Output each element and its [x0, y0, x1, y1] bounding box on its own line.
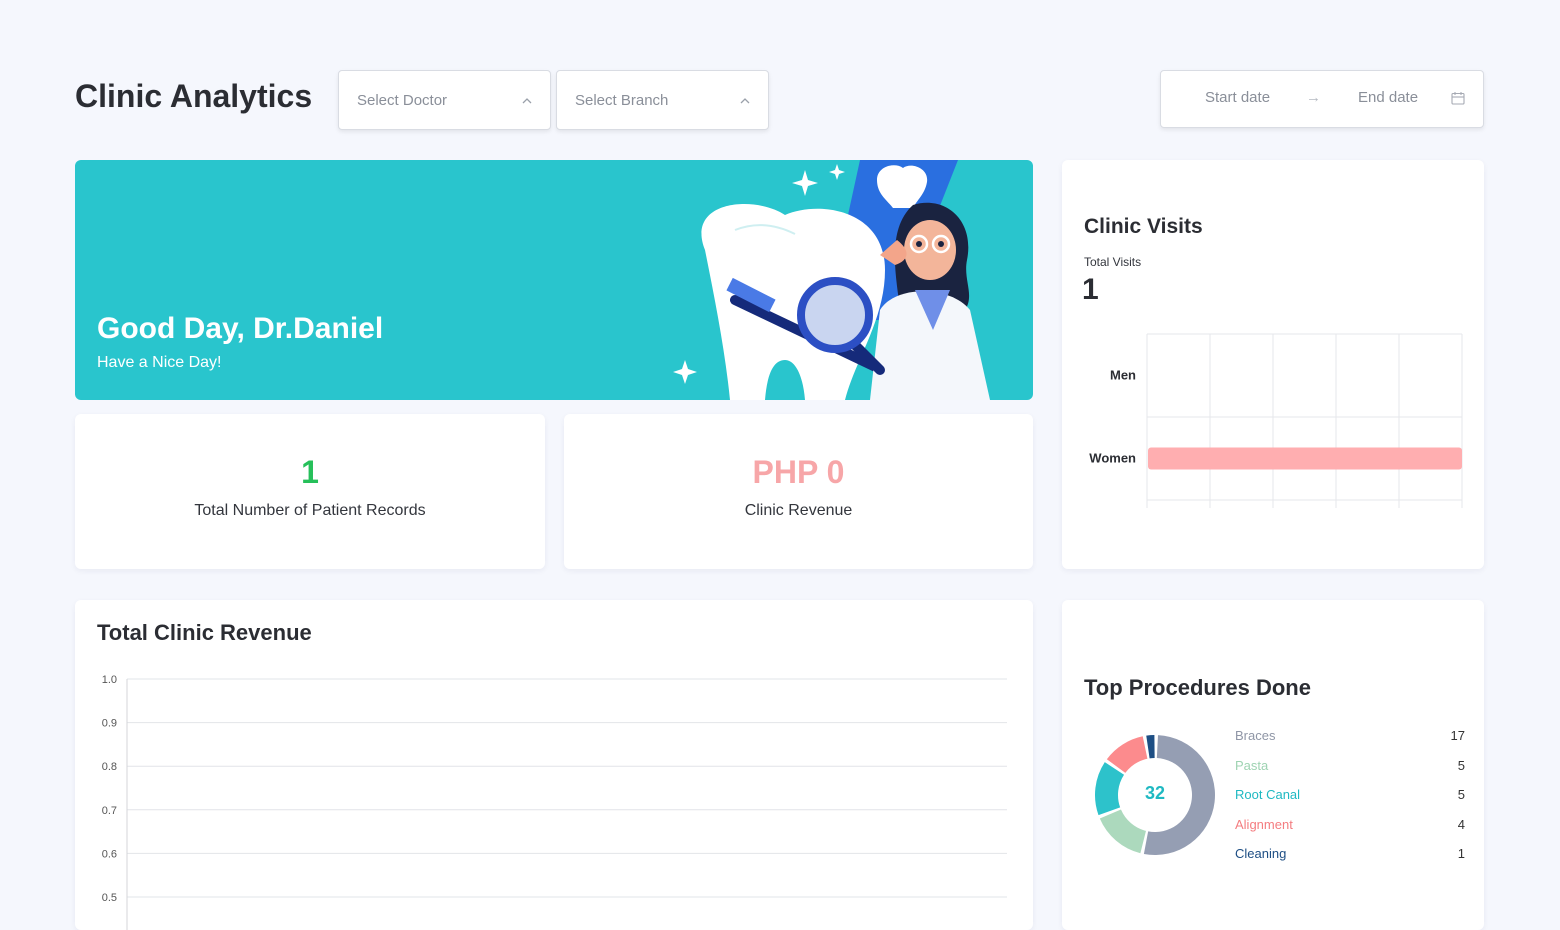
- legend-item: Cleaning 1: [1235, 846, 1465, 866]
- visits-category-label: Men: [1110, 368, 1136, 383]
- procedures-total: 32: [1144, 783, 1166, 803]
- clinic-revenue-card: PHP 0 Clinic Revenue: [564, 414, 1033, 569]
- legend-item: Alignment 4: [1235, 817, 1465, 837]
- calendar-icon[interactable]: [1451, 91, 1465, 109]
- branch-select[interactable]: Select Branch: [556, 70, 769, 130]
- start-date-input[interactable]: Start date: [1205, 89, 1270, 106]
- legend-item: Root Canal 5: [1235, 787, 1465, 807]
- donut-slice-root-canal: [1095, 762, 1125, 816]
- total-visits-value: 1: [1082, 273, 1099, 306]
- donut-slice-cleaning: [1146, 735, 1155, 759]
- donut-slice-pasta: [1099, 809, 1146, 854]
- legend-label: Alignment: [1235, 816, 1293, 832]
- top-procedures-card: Top Procedures Done 32 Braces 17 Pasta 5 Roo…: [1062, 600, 1484, 930]
- revenue-line-chart: 1.0 0.9 0.8 0.7 0.6 0.5: [102, 674, 1007, 930]
- legend-item: Braces 17: [1235, 728, 1465, 748]
- arrow-right-icon: →: [1306, 89, 1321, 106]
- legend-value: 5: [1457, 757, 1465, 773]
- patient-records-card: 1 Total Number of Patient Records: [75, 414, 545, 569]
- welcome-banner: Good Day, Dr.Daniel Have a Nice Day!: [75, 160, 1033, 400]
- end-date-input[interactable]: End date: [1358, 89, 1418, 106]
- y-tick-label: 0.9: [102, 718, 117, 730]
- chevron-up-icon: [522, 93, 532, 107]
- doctor-select[interactable]: Select Doctor: [338, 70, 551, 130]
- clinic-visits-title: Clinic Visits: [1084, 215, 1203, 238]
- clinic-visits-card: Clinic Visits Total Visits 1 Men Women: [1062, 160, 1484, 569]
- clinic-revenue-label: Clinic Revenue: [744, 502, 853, 519]
- total-revenue-title: Total Clinic Revenue: [97, 620, 312, 645]
- total-revenue-card: Total Clinic Revenue 1.0 0.9 0.8 0.7 0.6 0.5: [75, 600, 1033, 930]
- visits-bar: [1148, 447, 1462, 470]
- clinic-revenue-value: PHP 0: [752, 454, 845, 490]
- y-tick-label: 1.0: [102, 674, 117, 686]
- total-visits-label: Total Visits: [1084, 255, 1142, 269]
- date-range-picker[interactable]: Start date → End date: [1160, 70, 1484, 128]
- visits-category-label: Women: [1089, 451, 1136, 466]
- legend-value: 4: [1457, 816, 1465, 832]
- y-tick-label: 0.8: [102, 761, 117, 773]
- legend-item: Pasta 5: [1235, 758, 1465, 778]
- greeting-text: Good Day, Dr.Daniel: [97, 312, 384, 345]
- legend-label: Root Canal: [1235, 787, 1301, 802]
- legend-value: 5: [1457, 787, 1465, 802]
- y-tick-label: 0.6: [102, 848, 117, 860]
- page-title: Clinic Analytics: [75, 78, 313, 114]
- legend-value: 1: [1457, 846, 1465, 861]
- patient-records-label: Total Number of Patient Records: [194, 502, 426, 519]
- patient-records-value: 1: [301, 454, 319, 490]
- top-procedures-title: Top Procedures Done: [1084, 675, 1311, 700]
- legend-label: Braces: [1235, 728, 1276, 743]
- y-tick-label: 0.5: [102, 892, 117, 904]
- visits-bar-chart: Men Women: [1089, 333, 1463, 508]
- doctor-select-placeholder: Select Doctor: [357, 91, 448, 109]
- chevron-up-icon: [740, 93, 750, 107]
- legend-label: Pasta: [1235, 757, 1269, 773]
- procedures-legend: Braces 17 Pasta 5 Root Canal 5 Alignment 4 Clean…: [1235, 728, 1465, 878]
- legend-value: 17: [1450, 728, 1465, 743]
- donut-slice-alignment: [1106, 736, 1148, 773]
- branch-select-placeholder: Select Branch: [575, 91, 669, 109]
- legend-label: Cleaning: [1235, 846, 1287, 861]
- greeting-subtitle: Have a Nice Day!: [97, 354, 222, 371]
- y-tick-label: 0.7: [102, 805, 117, 817]
- dentist-illustration: [673, 160, 990, 400]
